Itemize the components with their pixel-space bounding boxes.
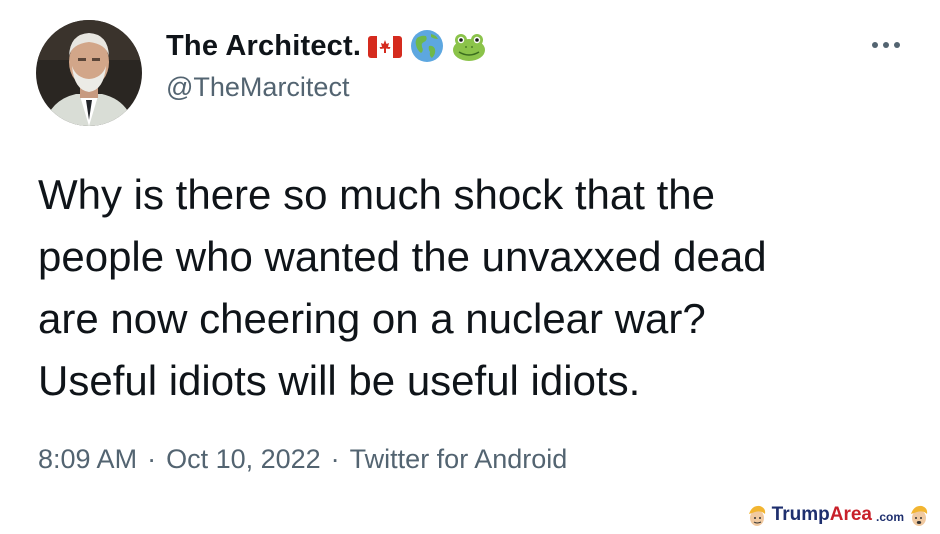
- mascot-right-icon: [911, 505, 928, 526]
- tweet-time[interactable]: 8:09 AM: [38, 444, 137, 475]
- canada-flag-icon: [367, 28, 403, 64]
- tweet-date[interactable]: Oct 10, 2022: [166, 444, 321, 475]
- globe-americas-icon: [409, 28, 445, 64]
- tweet-text: Why is there so much shock that the peop…: [38, 171, 767, 404]
- tweet-card: The Architect. @TheMarcitect Why is ther…: [0, 0, 940, 534]
- meta-separator: ·: [147, 444, 157, 474]
- author-name-row: The Architect.: [166, 26, 487, 66]
- frog-face-icon: [451, 28, 487, 64]
- watermark-brand: TrumpArea: [772, 504, 872, 526]
- author-display-name[interactable]: The Architect.: [166, 30, 361, 63]
- avatar[interactable]: [36, 20, 142, 126]
- meta-separator: ·: [330, 444, 340, 474]
- watermark-brand-part1: Trump: [771, 504, 830, 525]
- more-dots-icon: [872, 42, 900, 48]
- author-handle[interactable]: @TheMarcitect: [166, 72, 349, 103]
- mascot-left-icon: [748, 505, 765, 526]
- tweet-metadata: 8:09 AM · Oct 10, 2022 · Twitter for And…: [38, 444, 567, 475]
- site-watermark: TrumpArea .com: [746, 502, 930, 528]
- watermark-suffix: .com: [875, 510, 904, 524]
- watermark-brand-part2: Area: [829, 504, 872, 525]
- tweet-source[interactable]: Twitter for Android: [350, 444, 568, 475]
- more-options-button[interactable]: [866, 30, 906, 60]
